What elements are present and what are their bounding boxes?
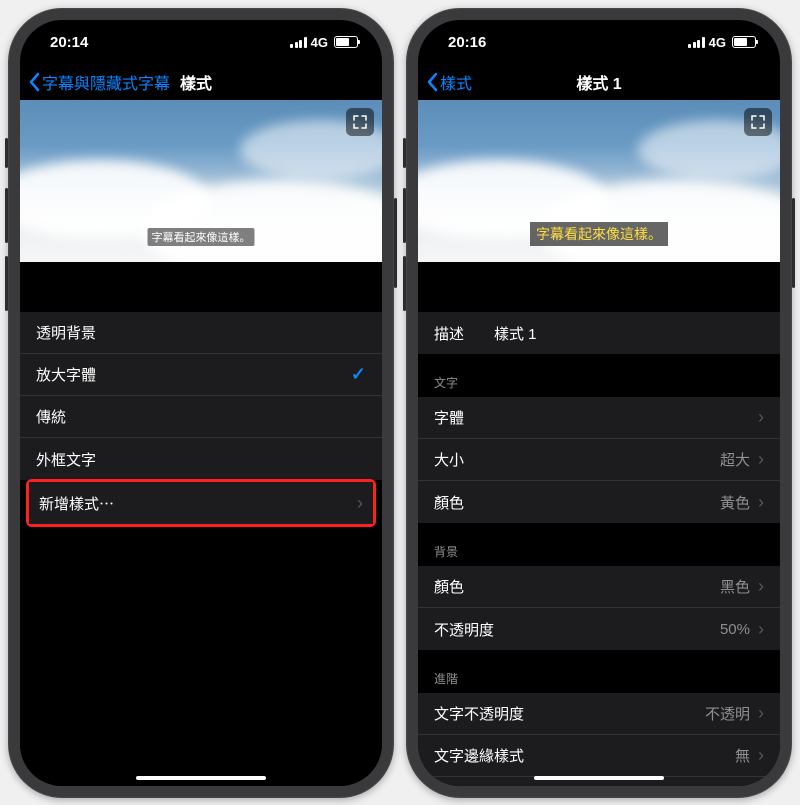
caption-sample-text: 字幕看起來像這樣。 bbox=[530, 222, 668, 246]
highlight-annotation: 新增樣式⋯ › bbox=[26, 479, 376, 527]
nav-title: 樣式 bbox=[180, 70, 212, 94]
power-button[interactable] bbox=[394, 198, 397, 288]
volume-down[interactable] bbox=[403, 256, 406, 311]
back-button[interactable]: 字幕與隱藏式字幕 bbox=[28, 70, 170, 94]
back-label: 樣式 bbox=[440, 70, 472, 94]
chevron-left-icon bbox=[28, 72, 40, 92]
content-right[interactable]: 描述 樣式 1 文字 字體 › 大小 超大› 顏色 黃色› 背景 bbox=[418, 262, 780, 786]
volume-up[interactable] bbox=[403, 188, 406, 243]
chevron-right-icon: › bbox=[758, 745, 764, 766]
chevron-left-icon bbox=[426, 72, 438, 92]
volume-down[interactable] bbox=[5, 256, 8, 311]
chevron-right-icon: › bbox=[758, 703, 764, 724]
bg-opacity-row[interactable]: 不透明度 50%› bbox=[418, 608, 780, 650]
network-label: 4G bbox=[311, 35, 328, 50]
nav-bar: 字幕與隱藏式字幕 樣式 bbox=[20, 64, 382, 100]
battery-icon bbox=[334, 36, 358, 48]
screen-left: 20:14 4G 字幕與隱藏式字幕 樣式 字幕看起來像這樣。 bbox=[20, 20, 382, 786]
caption-sample-text: 字幕看起來像這樣。 bbox=[148, 228, 255, 246]
style-option[interactable]: 傳統 bbox=[20, 396, 382, 438]
description-row[interactable]: 描述 樣式 1 bbox=[418, 312, 780, 354]
chevron-right-icon: › bbox=[357, 493, 363, 514]
back-button[interactable]: 樣式 bbox=[426, 70, 472, 94]
power-button[interactable] bbox=[792, 198, 795, 288]
style-option[interactable]: 透明背景 bbox=[20, 312, 382, 354]
chevron-right-icon: › bbox=[758, 619, 764, 640]
edge-style-row[interactable]: 文字邊緣樣式 無› bbox=[418, 735, 780, 777]
bg-color-row[interactable]: 顏色 黑色› bbox=[418, 566, 780, 608]
chevron-right-icon: › bbox=[758, 449, 764, 470]
style-option[interactable]: 放大字體 ✓ bbox=[20, 354, 382, 396]
notch bbox=[116, 20, 286, 48]
chevron-right-icon: › bbox=[758, 407, 764, 428]
screen-right: 20:16 4G 樣式 樣式 1 字幕看起來像這樣。 bbox=[418, 20, 780, 786]
status-time: 20:16 bbox=[448, 34, 486, 51]
text-color-row[interactable]: 顏色 黃色› bbox=[418, 481, 780, 523]
phone-right: 20:16 4G 樣式 樣式 1 字幕看起來像這樣。 bbox=[406, 8, 792, 798]
phone-left: 20:14 4G 字幕與隱藏式字幕 樣式 字幕看起來像這樣。 bbox=[8, 8, 394, 798]
home-indicator[interactable] bbox=[136, 776, 266, 780]
section-header-background: 背景 bbox=[418, 523, 780, 566]
font-row[interactable]: 字體 › bbox=[418, 397, 780, 439]
status-right: 4G bbox=[688, 35, 756, 50]
content-left[interactable]: 透明背景 放大字體 ✓ 傳統 外框文字 新增樣式⋯ › bbox=[20, 262, 382, 786]
expand-button[interactable] bbox=[744, 108, 772, 136]
notch bbox=[514, 20, 684, 48]
description-value: 樣式 1 bbox=[494, 323, 764, 344]
size-row[interactable]: 大小 超大› bbox=[418, 439, 780, 481]
back-label: 字幕與隱藏式字幕 bbox=[42, 70, 170, 94]
style-option[interactable]: 外框文字 bbox=[20, 438, 382, 480]
checkmark-icon: ✓ bbox=[351, 364, 366, 385]
status-right: 4G bbox=[290, 35, 358, 50]
chevron-right-icon: › bbox=[758, 492, 764, 513]
expand-icon bbox=[751, 115, 765, 129]
status-time: 20:14 bbox=[50, 34, 88, 51]
section-header-advanced: 進階 bbox=[418, 650, 780, 693]
mute-switch[interactable] bbox=[5, 138, 8, 168]
home-indicator[interactable] bbox=[534, 776, 664, 780]
network-label: 4G bbox=[709, 35, 726, 50]
battery-icon bbox=[732, 36, 756, 48]
caption-preview: 字幕看起來像這樣。 bbox=[418, 100, 780, 262]
text-opacity-row[interactable]: 文字不透明度 不透明› bbox=[418, 693, 780, 735]
expand-button[interactable] bbox=[346, 108, 374, 136]
volume-up[interactable] bbox=[5, 188, 8, 243]
signal-icon bbox=[290, 37, 307, 48]
mute-switch[interactable] bbox=[403, 138, 406, 168]
signal-icon bbox=[688, 37, 705, 48]
nav-title: 樣式 1 bbox=[418, 70, 780, 94]
new-style-button[interactable]: 新增樣式⋯ › bbox=[29, 482, 373, 524]
nav-bar: 樣式 樣式 1 bbox=[418, 64, 780, 100]
section-header-text: 文字 bbox=[418, 354, 780, 397]
caption-preview: 字幕看起來像這樣。 bbox=[20, 100, 382, 262]
expand-icon bbox=[353, 115, 367, 129]
chevron-right-icon: › bbox=[758, 576, 764, 597]
